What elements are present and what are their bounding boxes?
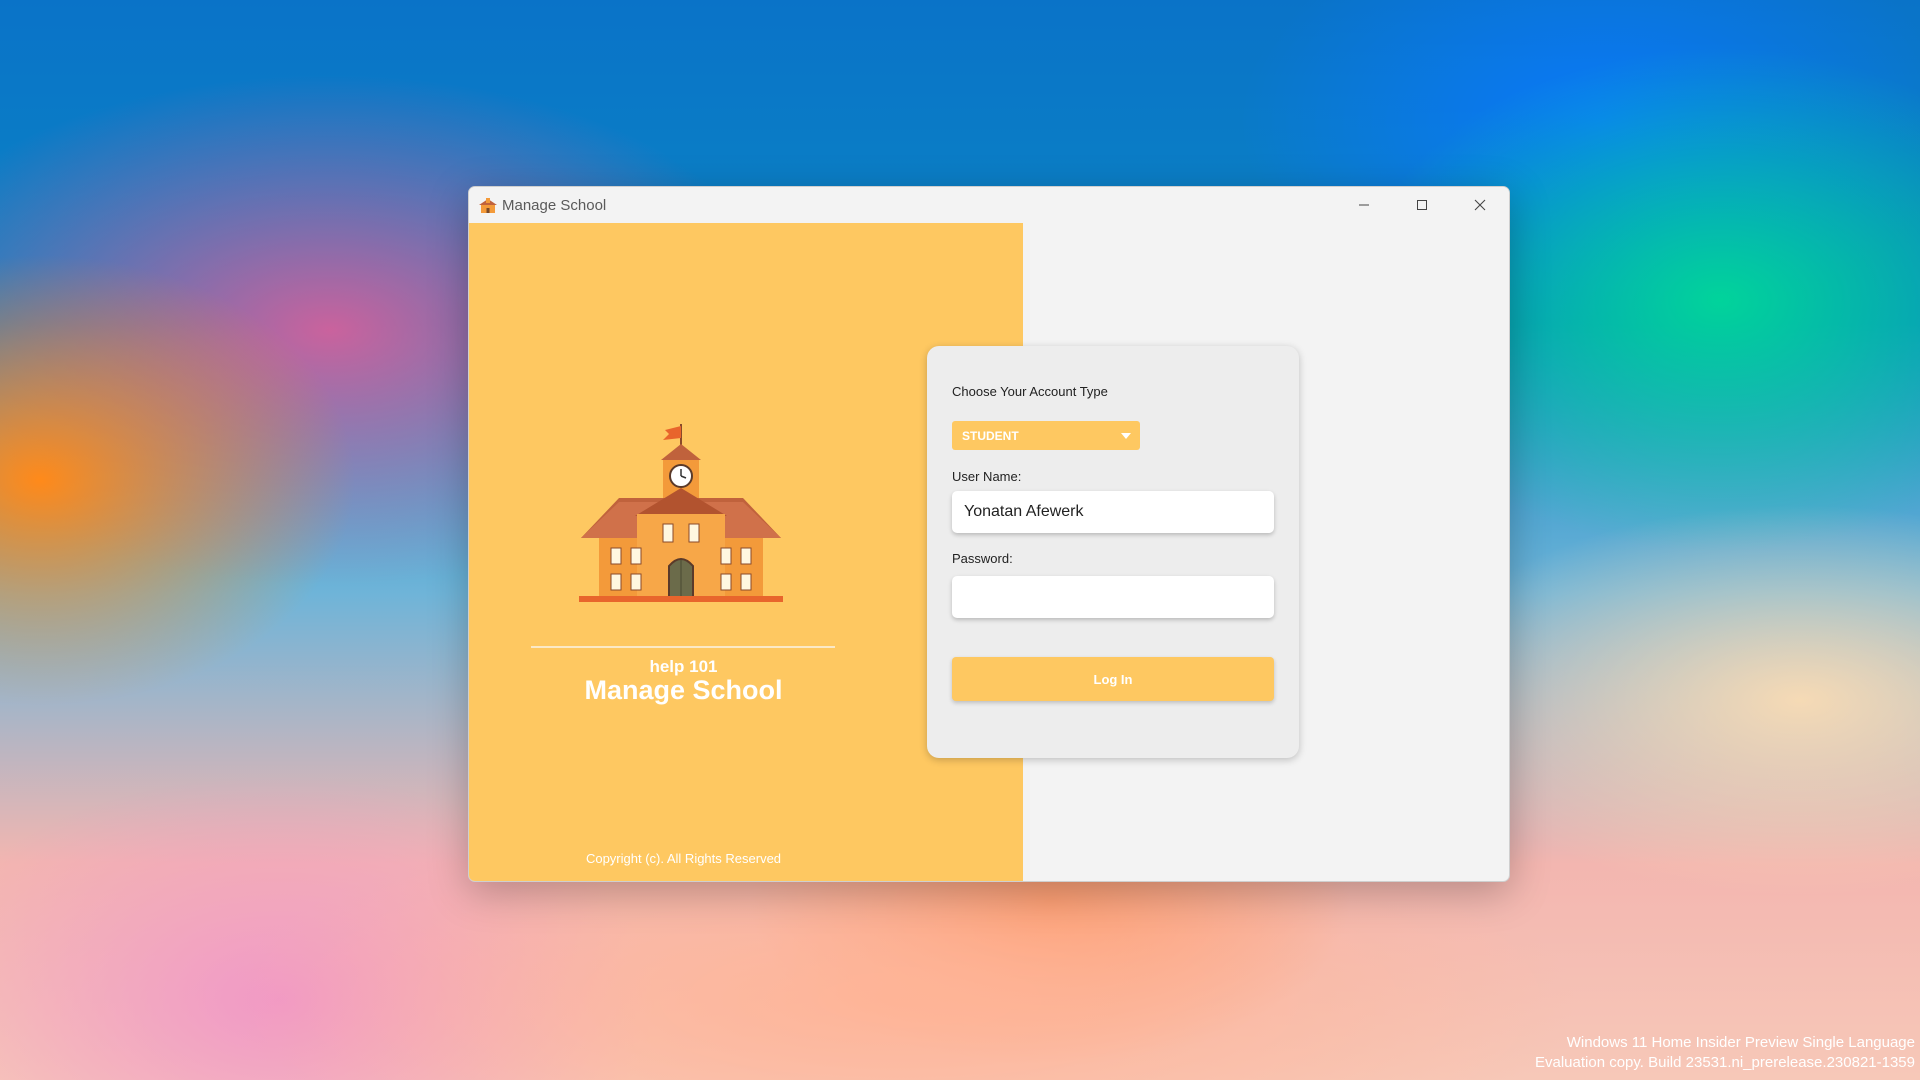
chevron-down-icon: [1121, 433, 1131, 439]
login-button[interactable]: Log In: [952, 657, 1274, 701]
school-app-icon: [479, 198, 497, 213]
watermark-line-2: Evaluation copy. Build 23531.ni_prerelea…: [1534, 1054, 1915, 1071]
school-building-icon: [579, 424, 783, 602]
password-input[interactable]: [952, 576, 1274, 618]
username-input[interactable]: [952, 491, 1274, 533]
maximize-button[interactable]: [1393, 187, 1451, 223]
title-bar[interactable]: Manage School: [469, 187, 1509, 223]
login-card: Choose Your Account Type STUDENT User Na…: [927, 346, 1299, 758]
close-icon: [1474, 199, 1486, 211]
close-button[interactable]: [1451, 187, 1509, 223]
app-window: Manage School help 101 Manage School Cop…: [468, 186, 1510, 882]
password-label: Password:: [952, 551, 1013, 566]
divider-line: [531, 646, 835, 648]
maximize-icon: [1417, 200, 1427, 210]
account-type-dropdown[interactable]: STUDENT: [952, 421, 1140, 450]
account-type-value: STUDENT: [962, 428, 1019, 443]
minimize-button[interactable]: [1335, 187, 1393, 223]
windows-watermark: Windows 11 Home Insider Preview Single L…: [1535, 1033, 1915, 1073]
copyright-text: Copyright (c). All Rights Reserved: [585, 851, 782, 866]
window-title: Manage School: [502, 196, 607, 214]
brand-subtitle: help 101: [649, 657, 718, 676]
watermark-line-1: Windows 11 Home Insider Preview Single L…: [1566, 1034, 1915, 1051]
account-type-label: Choose Your Account Type: [952, 384, 1108, 399]
username-label: User Name:: [952, 469, 1022, 484]
brand-title: Manage School: [584, 675, 783, 705]
minimize-icon: [1359, 204, 1369, 206]
